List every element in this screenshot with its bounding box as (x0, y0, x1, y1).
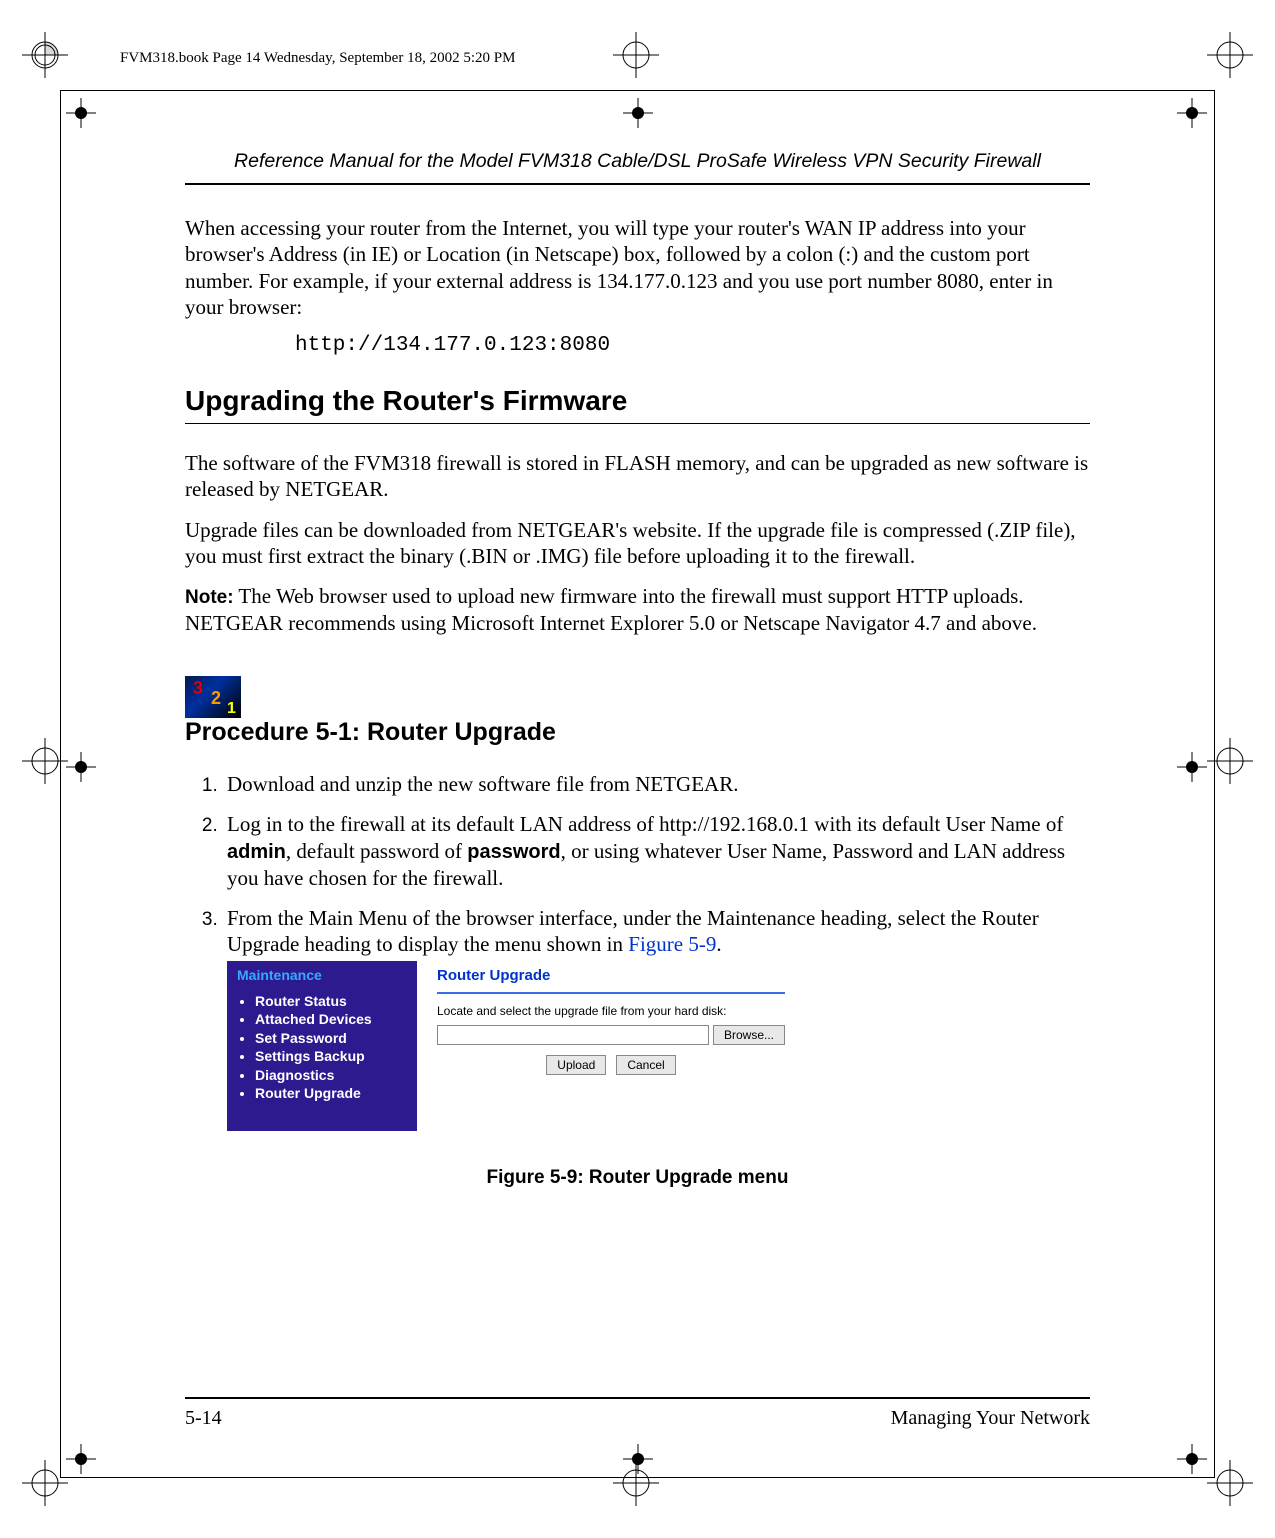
crop-mark-icon (28, 1466, 62, 1500)
text: . (716, 932, 721, 956)
divider (185, 183, 1090, 185)
body-text: Upgrade files can be downloaded from NET… (185, 517, 1090, 570)
print-header-meta: FVM318.book Page 14 Wednesday, September… (120, 50, 515, 67)
locate-label: Locate and select the upgrade file from … (437, 1004, 785, 1019)
list-item: Download and unzip the new software file… (223, 771, 1090, 797)
browse-button[interactable]: Browse... (713, 1025, 785, 1045)
nav-panel: Maintenance Router Status Attached Devic… (227, 961, 417, 1131)
crop-mark-icon (1213, 38, 1247, 72)
crop-mark-icon (1213, 1466, 1247, 1500)
nav-item-attached-devices[interactable]: Attached Devices (255, 1011, 409, 1029)
note-label: Note: (185, 587, 234, 608)
divider (437, 992, 785, 994)
page-number: 5-14 (185, 1407, 222, 1430)
nav-heading: Maintenance (237, 967, 409, 985)
list-item: Log in to the firewall at its default LA… (223, 811, 1090, 891)
list-item: From the Main Menu of the browser interf… (223, 905, 1090, 1132)
cancel-button[interactable]: Cancel (616, 1055, 675, 1075)
section-heading: Upgrading the Router's Firmware (185, 385, 1090, 417)
nav-item-router-upgrade[interactable]: Router Upgrade (255, 1085, 409, 1103)
text: , default password of (286, 839, 467, 863)
crop-mark-icon (28, 38, 62, 72)
body-text: When accessing your router from the Inte… (185, 215, 1090, 320)
panel-title: Router Upgrade (437, 967, 785, 986)
nav-item-settings-backup[interactable]: Settings Backup (255, 1048, 409, 1066)
nav-item-diagnostics[interactable]: Diagnostics (255, 1067, 409, 1085)
figure-reference-link[interactable]: Figure 5-9 (628, 932, 716, 956)
nav-item-set-password[interactable]: Set Password (255, 1030, 409, 1048)
nav-item-router-status[interactable]: Router Status (255, 993, 409, 1011)
bold-text: admin (227, 841, 286, 863)
procedure-heading: Procedure 5-1: Router Upgrade (185, 718, 1090, 747)
procedure-steps: Download and unzip the new software file… (185, 771, 1090, 1131)
footer-section: Managing Your Network (891, 1407, 1090, 1430)
upgrade-file-input[interactable] (437, 1025, 709, 1045)
note-text: Note: The Web browser used to upload new… (185, 583, 1090, 636)
text: Log in to the firewall at its default LA… (227, 812, 1063, 836)
embedded-screenshot: Maintenance Router Status Attached Devic… (227, 961, 797, 1131)
main-panel: Router Upgrade Locate and select the upg… (417, 961, 797, 1131)
nav-list: Router Status Attached Devices Set Passw… (237, 993, 409, 1103)
note-body: The Web browser used to upload new firmw… (185, 584, 1037, 635)
crop-mark-icon (1213, 744, 1247, 778)
bold-text: password (467, 841, 560, 863)
page-footer: 5-14 Managing Your Network (185, 1397, 1090, 1430)
countdown-icon: 321 (185, 676, 241, 718)
body-text: The software of the FVM318 firewall is s… (185, 450, 1090, 503)
code-example: http://134.177.0.123:8080 (295, 334, 1090, 357)
crop-mark-icon (619, 38, 653, 72)
crop-mark-icon (28, 744, 62, 778)
figure-caption: Figure 5-9: Router Upgrade menu (185, 1167, 1090, 1189)
upload-button[interactable]: Upload (546, 1055, 606, 1075)
running-title: Reference Manual for the Model FVM318 Ca… (185, 150, 1090, 173)
divider (185, 423, 1090, 424)
